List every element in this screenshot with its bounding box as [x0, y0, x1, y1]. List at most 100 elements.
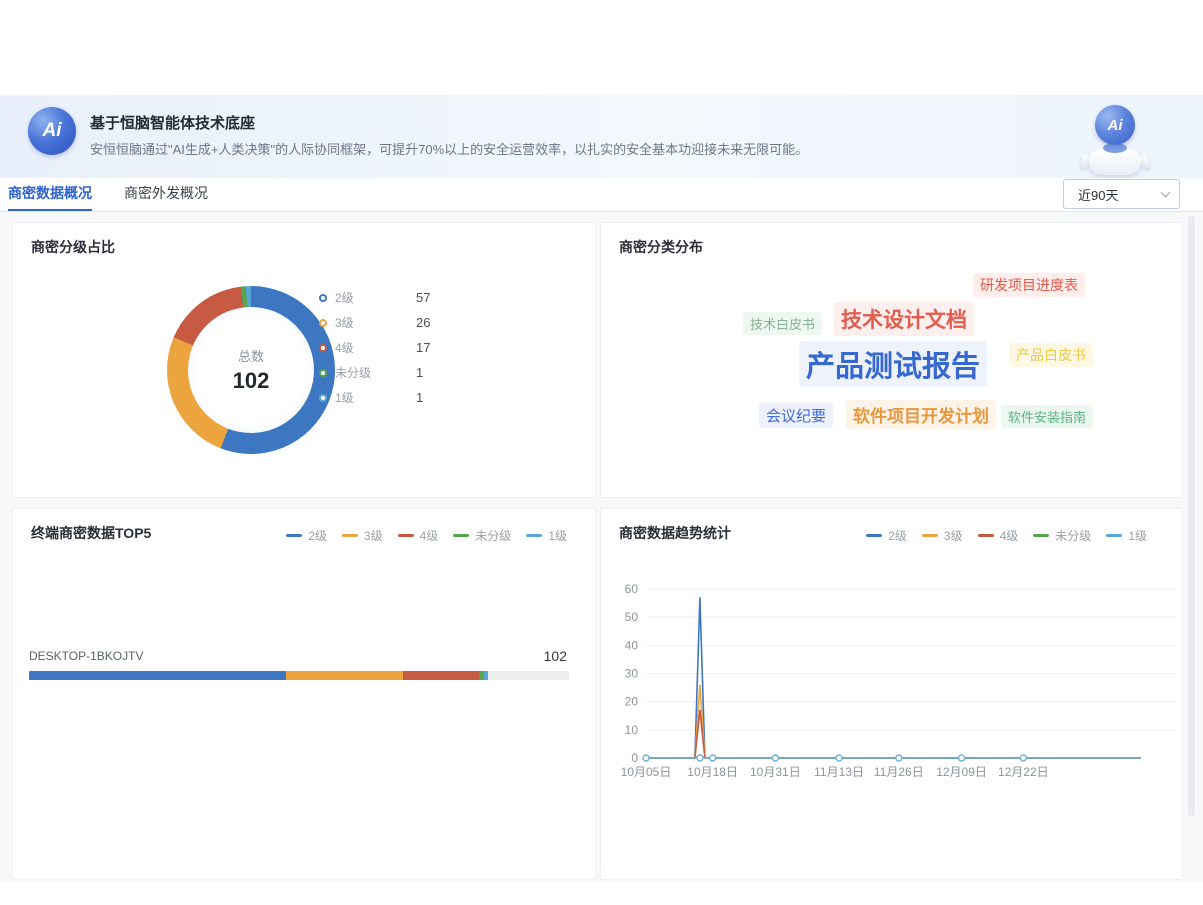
top5-legend: 2级 3级 4级 未分级 1级 — [271, 527, 567, 544]
legend-label: 4级 — [335, 339, 393, 356]
legend-dash-icon — [1033, 534, 1049, 537]
legend-item[interactable]: 2级 — [866, 527, 907, 544]
trend-chart-svg[interactable]: 0 10 20 30 40 50 60 10月05日 10月18日 10月31日 11月13日 11月… — [601, 569, 1184, 799]
bar-segment — [286, 671, 403, 680]
scrollbar[interactable] — [1188, 216, 1195, 816]
panel-title: 商密数据趋势统计 — [619, 523, 731, 543]
svg-text:10月31日: 10月31日 — [750, 765, 801, 779]
word-cloud-tag[interactable]: 产品白皮书 — [1009, 343, 1093, 367]
svg-text:30: 30 — [625, 667, 639, 681]
word-cloud-tag[interactable]: 技术设计文档 — [834, 302, 974, 336]
svg-text:11月26日: 11月26日 — [874, 765, 924, 779]
legend-item[interactable]: 2级 57 — [319, 285, 469, 310]
legend-item[interactable]: 1级 1 — [319, 385, 469, 410]
legend-dash-icon — [866, 534, 882, 537]
word-cloud: 研发项目进度表技术白皮书技术设计文档产品白皮书产品测试报告会议纪要软件项目开发计… — [601, 223, 1182, 497]
word-cloud-tag[interactable]: 软件项目开发计划 — [846, 400, 996, 429]
legend-item[interactable]: 3级 26 — [319, 310, 469, 335]
dashboard-app: Ai 基于恒脑智能体技术底座 安恒恒脑通过"AI生成+人类决策"的人际协同框架，… — [0, 95, 1203, 881]
legend-label: 1级 — [335, 389, 393, 406]
legend-label: 4级 — [420, 527, 439, 544]
hengnao-logo-icon: Ai — [28, 107, 76, 155]
panel-category-distribution: 商密分类分布 研发项目进度表技术白皮书技术设计文档产品白皮书产品测试报告会议纪要… — [600, 222, 1183, 498]
word-cloud-tag[interactable]: 产品测试报告 — [799, 341, 987, 387]
svg-text:20: 20 — [625, 695, 639, 709]
svg-text:12月22日: 12月22日 — [998, 765, 1049, 779]
legend-value: 17 — [416, 340, 430, 355]
legend-label: 3级 — [364, 527, 383, 544]
legend-item[interactable]: 1级 — [526, 527, 567, 544]
word-cloud-tag[interactable]: 会议纪要 — [759, 403, 833, 428]
legend-value: 1 — [416, 390, 423, 405]
panel-title: 商密分级占比 — [31, 237, 115, 257]
word-cloud-tag[interactable]: 软件安装指南 — [1001, 405, 1093, 428]
legend-dash-icon — [922, 534, 938, 537]
donut-legend: 2级 57 3级 26 4级 17 未分级 1 1级 1 — [319, 285, 469, 410]
robot-head-icon: Ai — [1095, 105, 1135, 145]
legend-label: 1级 — [548, 527, 567, 544]
legend-label: 2级 — [335, 289, 393, 306]
time-range-select[interactable]: 近90天 — [1063, 179, 1180, 209]
legend-item[interactable]: 2级 — [286, 527, 327, 544]
tab-bar: 商密数据概况 商密外发概况 近90天 — [0, 178, 1203, 212]
legend-item[interactable]: 未分级 — [453, 527, 511, 544]
donut-total-label: 总数 — [238, 346, 264, 365]
svg-text:10月18日: 10月18日 — [687, 765, 738, 779]
svg-text:10: 10 — [625, 723, 639, 737]
bar-row-label: DESKTOP-1BKOJTV — [29, 649, 143, 663]
legend-label: 未分级 — [1055, 527, 1091, 544]
header-subtitle: 安恒恒脑通过"AI生成+人类决策"的人际协同框架，可提升70%以上的安全运营效率… — [90, 139, 808, 158]
legend-label: 3级 — [944, 527, 963, 544]
time-range-value: 近90天 — [1078, 185, 1162, 204]
legend-dash-icon — [342, 534, 358, 537]
tab-shangmi-outgoing-overview[interactable]: 商密外发概况 — [124, 178, 208, 211]
svg-text:12月09日: 12月09日 — [936, 765, 987, 779]
top5-stacked-bar[interactable] — [29, 671, 569, 680]
legend-item[interactable]: 4级 — [398, 527, 439, 544]
legend-item[interactable]: 未分级 1 — [319, 360, 469, 385]
legend-item[interactable]: 3级 — [922, 527, 963, 544]
panel-terminal-top5: 终端商密数据TOP5 2级 3级 4级 未分级 1级 DESKTOP-1BKOJ… — [12, 508, 596, 880]
donut-center-label: 总数 102 — [167, 286, 335, 454]
svg-text:60: 60 — [625, 582, 639, 596]
bar-segment — [29, 671, 286, 680]
legend-value: 26 — [416, 315, 430, 330]
legend-item[interactable]: 1级 — [1106, 527, 1147, 544]
robot-arm-icon — [1139, 154, 1150, 170]
word-cloud-tag[interactable]: 研发项目进度表 — [973, 273, 1085, 297]
header-banner: Ai 基于恒脑智能体技术底座 安恒恒脑通过"AI生成+人类决策"的人际协同框架，… — [0, 95, 1203, 178]
svg-text:40: 40 — [625, 638, 639, 652]
svg-text:10月05日: 10月05日 — [621, 765, 672, 779]
legend-label: 2级 — [888, 527, 907, 544]
legend-label: 未分级 — [475, 527, 511, 544]
legend-item[interactable]: 3级 — [342, 527, 383, 544]
legend-dash-icon — [1106, 534, 1122, 537]
bar-segment — [484, 671, 489, 680]
legend-value: 57 — [416, 290, 430, 305]
bar-segment — [403, 671, 480, 680]
legend-item[interactable]: 未分级 — [1033, 527, 1091, 544]
ai-robot-mascot-icon[interactable]: Ai — [1079, 103, 1151, 183]
legend-value: 1 — [416, 365, 423, 380]
header-title: 基于恒脑智能体技术底座 — [90, 112, 255, 133]
legend-item[interactable]: 4级 17 — [319, 335, 469, 360]
panel-title: 终端商密数据TOP5 — [31, 523, 151, 543]
legend-dash-icon — [398, 534, 414, 537]
legend-label: 未分级 — [335, 364, 393, 381]
legend-label: 1级 — [1128, 527, 1147, 544]
legend-item[interactable]: 4级 — [978, 527, 1019, 544]
legend-label: 3级 — [335, 314, 393, 331]
word-cloud-tag[interactable]: 技术白皮书 — [743, 312, 822, 335]
svg-text:11月13日: 11月13日 — [814, 765, 864, 779]
content-area: 商密分级占比 总数 102 2级 57 3级 26 4级 17 — [0, 212, 1203, 881]
chevron-down-icon — [1161, 187, 1171, 197]
donut-total-value: 102 — [233, 368, 270, 394]
svg-text:50: 50 — [625, 610, 639, 624]
tab-shangmi-data-overview[interactable]: 商密数据概况 — [8, 178, 92, 211]
legend-dash-icon — [526, 534, 542, 537]
panel-classification-ratio: 商密分级占比 总数 102 2级 57 3级 26 4级 17 — [12, 222, 596, 498]
legend-label: 2级 — [308, 527, 327, 544]
legend-dash-icon — [978, 534, 994, 537]
bar-row-value: 102 — [544, 648, 567, 664]
svg-text:0: 0 — [631, 751, 638, 765]
